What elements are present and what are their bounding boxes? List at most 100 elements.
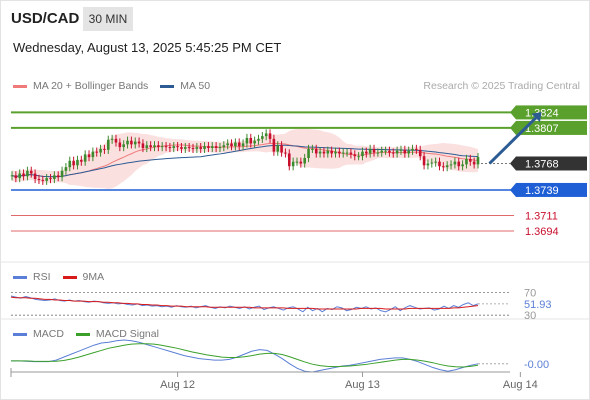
level-label: 1.3824 [525, 107, 559, 119]
candle-body [157, 145, 160, 148]
candle-body [126, 140, 129, 145]
candle-body [403, 149, 407, 154]
candle-body [476, 157, 480, 165]
candle-body [349, 152, 353, 155]
candle-body [68, 160, 72, 168]
candle-body [95, 151, 99, 153]
candle-body [22, 173, 25, 177]
candle-body [334, 151, 337, 154]
candle-body [338, 151, 341, 154]
candle-body [110, 138, 114, 140]
candle-body [365, 151, 368, 154]
candle-body [153, 145, 156, 148]
candle-body [118, 142, 122, 148]
candle-body [76, 159, 79, 166]
candle-body [207, 146, 210, 148]
candle-body [122, 144, 125, 148]
candle-body [10, 175, 14, 177]
candle-body [330, 150, 333, 154]
candle-body [203, 146, 206, 149]
candle-body [472, 161, 476, 165]
candle-body [461, 164, 464, 167]
candle-body [445, 165, 449, 168]
candle-body [87, 154, 91, 158]
candle-body [426, 163, 430, 166]
candle-body [326, 150, 330, 154]
candle-body [311, 148, 314, 150]
candle-body [60, 170, 64, 178]
candle-body [218, 147, 222, 149]
candle-body [357, 156, 360, 158]
candle-body [222, 145, 226, 148]
level-label: 1.3711 [525, 210, 558, 222]
candle-body [291, 161, 295, 167]
candle-body [303, 158, 306, 164]
candle-body [191, 147, 195, 149]
candle-body [195, 147, 199, 149]
rsi-tick-label: 30 [524, 310, 536, 322]
candle-body [295, 161, 299, 163]
candle-body [56, 175, 60, 178]
candle-body [314, 148, 318, 154]
candle-body [257, 138, 260, 141]
x-tick-label: Aug 14 [503, 379, 538, 391]
candle-body [253, 140, 256, 144]
candle-body [18, 173, 22, 179]
candle-body [380, 150, 384, 153]
candle-body [106, 139, 110, 150]
candle-body [91, 151, 95, 158]
candle-body [434, 161, 437, 163]
candle-body [322, 151, 326, 154]
candle-body [353, 154, 357, 157]
candle-body [83, 154, 87, 162]
candle-body [276, 145, 280, 152]
candle-body [33, 173, 37, 179]
candle-body [99, 148, 102, 153]
macd-value-label: -0.00 [524, 359, 549, 371]
candle-body [391, 152, 395, 154]
candle-body [442, 166, 445, 168]
candle-body [465, 158, 468, 165]
candle-body [164, 146, 168, 148]
candle-body [137, 141, 141, 144]
candle-body [388, 150, 391, 153]
candle-body [199, 147, 203, 149]
candle-body [395, 150, 399, 154]
candle-body [184, 147, 187, 149]
candle-body [210, 146, 214, 148]
candle-body [468, 158, 472, 162]
candle-body [241, 143, 245, 147]
candle-body [180, 147, 183, 149]
level-tag-arrow [510, 182, 516, 197]
candle-body [160, 146, 164, 148]
level-tag-arrow [510, 120, 516, 135]
candle-body [418, 149, 422, 157]
rsi-series-RSI [10, 295, 479, 313]
candle-body [64, 167, 68, 171]
candle-body [407, 150, 410, 154]
candle-body [29, 170, 33, 174]
candle-body [287, 153, 291, 167]
chart-canvas: 1.38241.38071.37681.37391.37111.36947030… [0, 105, 590, 391]
candle-body [399, 149, 403, 151]
candle-body [249, 137, 253, 144]
candle-body [80, 159, 83, 162]
x-tick-label: Aug 13 [345, 379, 380, 391]
candle-body [318, 151, 322, 154]
candle-body [72, 160, 75, 166]
candle-body [172, 146, 176, 148]
candle-body [307, 148, 310, 159]
candle-body [176, 146, 179, 148]
candle-body [384, 150, 387, 152]
candle-body [53, 175, 56, 179]
candle-body [372, 148, 376, 153]
candle-body [103, 148, 106, 150]
level-tag-arrow [510, 105, 516, 120]
candle-body [145, 145, 149, 148]
candle-body [268, 133, 272, 139]
candle-body [49, 178, 52, 180]
candle-body [453, 161, 457, 165]
candle-body [149, 145, 152, 148]
candle-body [341, 152, 345, 154]
candle-body [299, 161, 303, 164]
